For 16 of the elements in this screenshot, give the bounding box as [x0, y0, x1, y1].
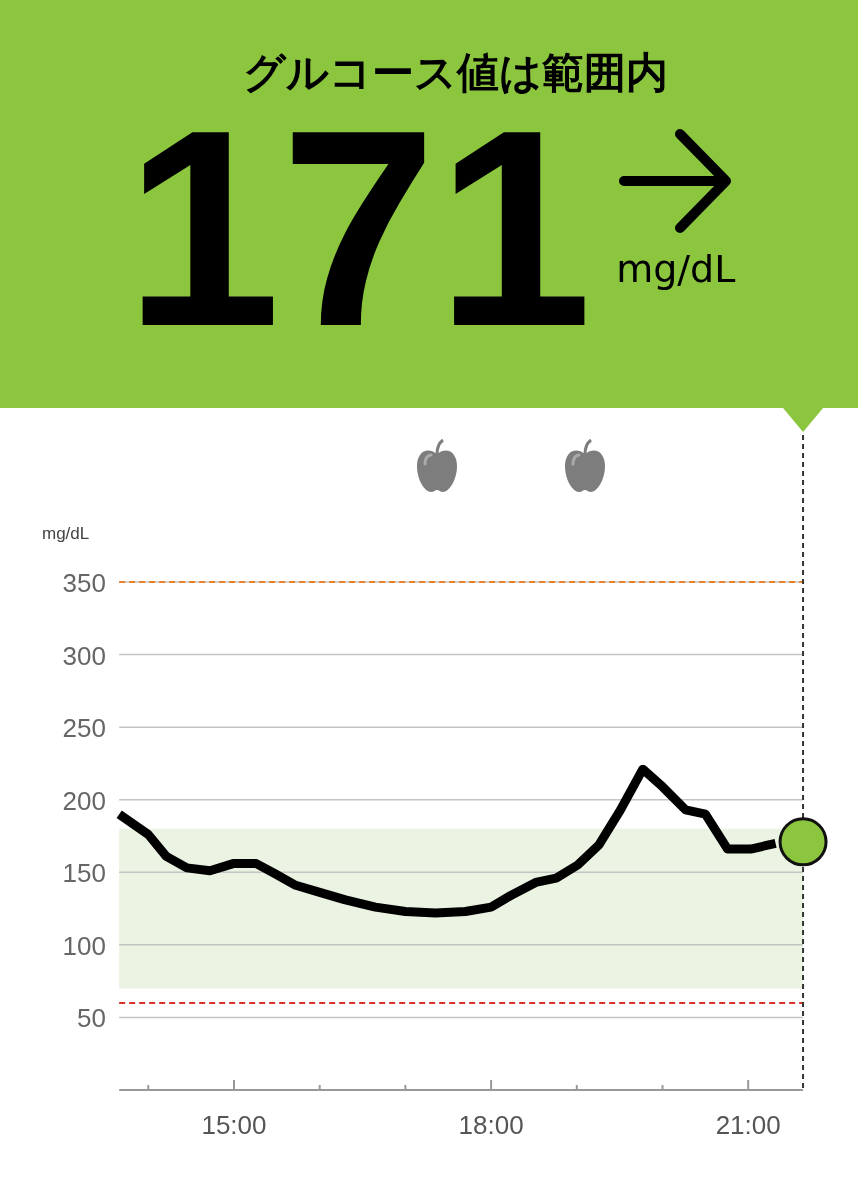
y-tick-label: 200 [62, 785, 106, 816]
apple-icon [417, 438, 457, 492]
y-tick-label: 100 [62, 930, 106, 961]
current-reading-dot [778, 817, 828, 867]
unit-label: mg/dL [616, 250, 736, 289]
x-tick-label: 15:00 [201, 1110, 267, 1140]
x-tick-label: 18:00 [458, 1110, 524, 1140]
right-arrow-icon [617, 128, 734, 235]
y-tick-label: 300 [62, 640, 106, 671]
x-tick-label: 21:00 [715, 1110, 781, 1140]
y-tick-label: 250 [62, 713, 106, 744]
y-tick-label: 50 [77, 1003, 106, 1034]
y-tick-label: 150 [62, 858, 106, 889]
y-axis-label: mg/dL [42, 524, 90, 543]
apple-icon [565, 438, 605, 492]
y-tick-label: 350 [62, 568, 106, 598]
